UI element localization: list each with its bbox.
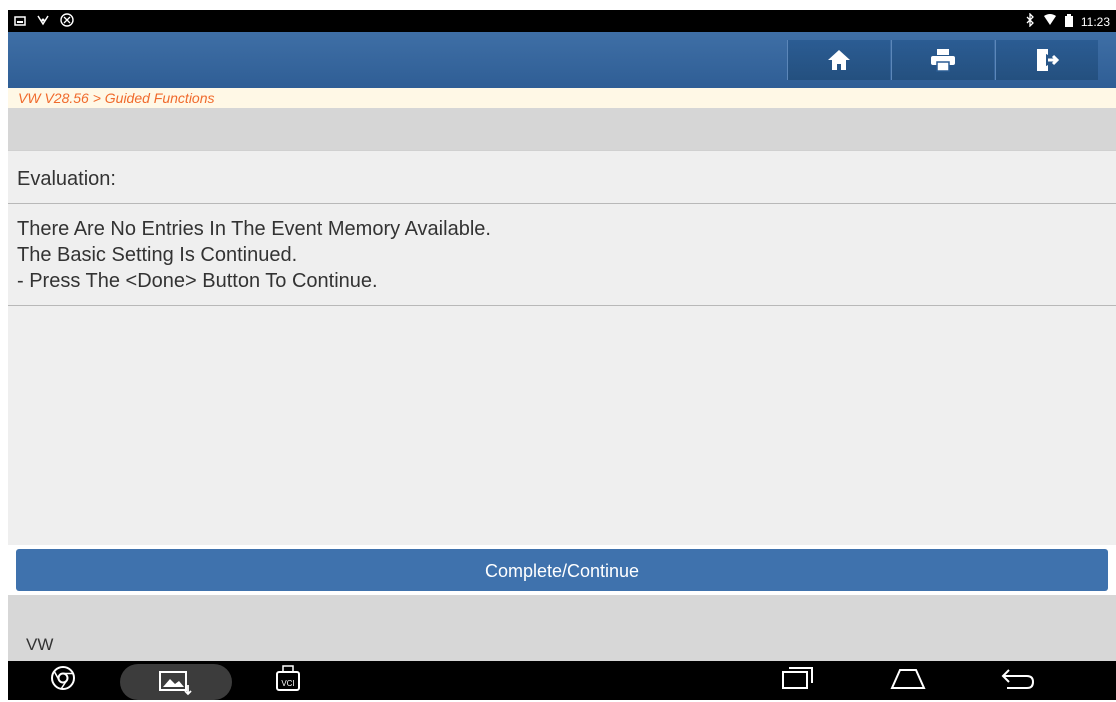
bluetooth-icon <box>1025 12 1035 30</box>
app-header <box>8 32 1116 88</box>
chrome-icon <box>50 665 76 696</box>
footer-bar: VW <box>8 595 1116 661</box>
toolbar-spacer <box>8 108 1116 150</box>
message-line: The Basic Setting Is Continued. <box>17 244 298 266</box>
status-bar: 11:23 <box>8 10 1116 32</box>
complete-continue-button[interactable]: Complete/Continue <box>16 549 1108 591</box>
divider <box>8 305 1116 306</box>
chrome-button[interactable] <box>38 661 88 700</box>
evaluation-message: There Are No Entries In The Event Memory… <box>17 216 491 294</box>
print-button[interactable] <box>891 40 994 80</box>
message-line: There Are No Entries In The Event Memory… <box>17 218 491 240</box>
screenshot-icon <box>14 15 26 29</box>
breadcrumb: VW V28.56 > Guided Functions <box>8 88 1116 108</box>
home-nav-button[interactable] <box>883 661 933 700</box>
content-panel: Evaluation: There Are No Entries In The … <box>8 150 1116 545</box>
back-icon <box>1000 665 1036 696</box>
exit-button[interactable] <box>995 40 1098 80</box>
navigation-bar: VCI <box>8 661 1116 700</box>
wifi-icon <box>1043 14 1057 29</box>
home-button[interactable] <box>787 40 890 80</box>
clock: 11:23 <box>1080 14 1110 29</box>
vci-button[interactable]: VCI <box>263 661 313 700</box>
usb-debug-icon <box>36 14 50 29</box>
divider <box>8 203 1116 204</box>
home-nav-icon <box>889 665 927 696</box>
recent-apps-icon <box>781 665 815 696</box>
vci-icon: VCI <box>274 664 302 697</box>
back-button[interactable] <box>993 661 1043 700</box>
gallery-download-icon <box>158 669 194 702</box>
evaluation-label: Evaluation: <box>17 168 116 190</box>
message-line: - Press The <Done> Button To Continue. <box>17 270 378 292</box>
gallery-button[interactable] <box>120 664 232 700</box>
battery-icon <box>1064 13 1073 30</box>
vpn-icon <box>60 13 74 30</box>
vehicle-label: VW <box>26 635 54 654</box>
svg-text:VCI: VCI <box>281 679 294 688</box>
recent-apps-button[interactable] <box>773 661 823 700</box>
